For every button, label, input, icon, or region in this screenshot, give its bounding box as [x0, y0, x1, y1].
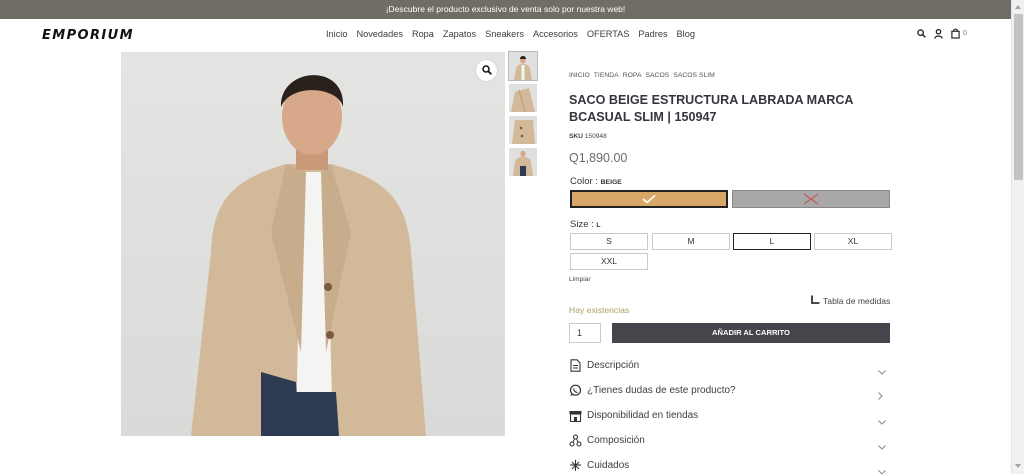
nav-item-blog[interactable]: Blog [677, 29, 695, 39]
store-icon [569, 409, 582, 422]
chevron-down-icon [878, 362, 886, 380]
add-to-cart-button[interactable]: AÑADIR AL CARRITO [612, 323, 890, 343]
breadcrumb-tienda[interactable]: TIENDA [594, 72, 619, 79]
chevron-down-icon [878, 437, 886, 455]
nav-item-padres[interactable]: Padres [638, 29, 667, 39]
sku-value: 150948 [584, 133, 607, 140]
breadcrumb-sacos-slim[interactable]: SACOS SLIM [673, 72, 715, 79]
chevron-down-icon [878, 462, 886, 474]
scrollbar-thumb[interactable] [1014, 14, 1023, 180]
nav-item-inicio[interactable]: Inicio [326, 29, 347, 39]
page-scrollbar[interactable] [1011, 0, 1024, 474]
care-icon [569, 459, 582, 472]
accordion-label: Composición [587, 435, 645, 446]
accordion-cuidados[interactable]: Cuidados [569, 458, 890, 474]
nav-item-ropa[interactable]: Ropa [412, 29, 434, 39]
accordion-dudas[interactable]: ¿Tienes dudas de este producto? [569, 383, 890, 400]
accordion-disponibilidad[interactable]: Disponibilidad en tiendas [569, 408, 890, 425]
size-chart-link[interactable]: Tabla de medidas [811, 295, 890, 306]
quantity-input[interactable]: 1 [569, 323, 601, 343]
size-option-xl[interactable]: XL [814, 233, 892, 250]
accordion-label: ¿Tienes dudas de este producto? [587, 385, 736, 396]
color-swatch-beige[interactable] [570, 190, 728, 208]
nav-item-accesorios[interactable]: Accesorios [533, 29, 578, 39]
announcement-bar: ¡Descubre el producto exclusivo de venta… [0, 0, 1011, 19]
product-price: Q1,890.00 [569, 151, 628, 165]
breadcrumb: INICIO TIENDA ROPA SACOS SACOS SLIM [569, 72, 715, 79]
scroll-down-arrow-icon[interactable] [1015, 464, 1021, 468]
product-main-image[interactable] [121, 52, 505, 436]
composition-icon [569, 434, 582, 447]
sku-label: SKU [569, 133, 583, 140]
size-label-line: Size : L [570, 219, 601, 230]
thumbnail-4[interactable] [509, 148, 537, 176]
magnifier-icon [481, 62, 492, 80]
product-title: SACO BEIGE ESTRUCTURA LABRADA MARCA BCAS… [569, 93, 854, 124]
chevron-down-icon [878, 412, 886, 430]
sku-line: SKU 150948 [569, 133, 607, 140]
accordion-label: Cuidados [587, 460, 630, 471]
product-page: ¡Descubre el producto exclusivo de venta… [0, 0, 1024, 474]
size-chart-label: Tabla de medidas [823, 295, 891, 306]
document-icon [569, 359, 582, 372]
whatsapp-icon [569, 384, 582, 397]
color-swatch-gris[interactable] [732, 190, 890, 208]
thumbnail-2[interactable] [509, 84, 537, 112]
accordion-label: Descripción [587, 360, 640, 371]
accordion-composicion[interactable]: Composición [569, 433, 890, 450]
color-label-line: Color : BEIGE [570, 176, 622, 187]
announcement-text: ¡Descubre el producto exclusivo de venta… [385, 4, 626, 14]
thumbnail-1[interactable] [508, 51, 538, 81]
breadcrumb-ropa[interactable]: ROPA [623, 72, 642, 79]
nav-item-zapatos[interactable]: Zapatos [443, 29, 476, 39]
size-option-s[interactable]: S [570, 233, 648, 250]
color-label: Color [570, 176, 593, 187]
bag-icon[interactable] [951, 28, 960, 39]
chevron-right-icon [878, 387, 883, 405]
clear-selection-link[interactable]: Limpiar [569, 276, 591, 283]
user-icon[interactable] [934, 28, 943, 39]
breadcrumb-inicio[interactable]: INICIO [569, 72, 590, 79]
color-value: BEIGE [600, 179, 622, 186]
size-option-xxl[interactable]: XXL [570, 253, 648, 270]
size-label: Size [570, 219, 589, 230]
scroll-up-arrow-icon[interactable] [1015, 5, 1021, 9]
nav-item-ofertas[interactable]: OFERTAS [587, 29, 630, 39]
zoom-button[interactable] [476, 60, 497, 81]
cart-count: 0 [963, 30, 967, 37]
header-icons: 0 [917, 28, 967, 39]
site-header: EMPORIUM Inicio Novedades Ropa Zapatos S… [0, 19, 1011, 51]
brand-logo[interactable]: EMPORIUM [42, 28, 134, 43]
accordion-descripcion[interactable]: Descripción [569, 358, 890, 375]
size-value: L [596, 222, 601, 229]
main-nav: Inicio Novedades Ropa Zapatos Sneakers A… [326, 29, 695, 39]
size-option-m[interactable]: M [652, 233, 730, 250]
thumbnail-3[interactable] [509, 116, 537, 144]
ruler-icon [811, 295, 820, 306]
accordion-label: Disponibilidad en tiendas [587, 410, 699, 421]
breadcrumb-sacos[interactable]: SACOS [645, 72, 669, 79]
nav-item-sneakers[interactable]: Sneakers [485, 29, 524, 39]
stock-status: Hay existencias [569, 305, 630, 315]
size-option-l[interactable]: L [733, 233, 811, 250]
nav-item-novedades[interactable]: Novedades [356, 29, 402, 39]
search-icon[interactable] [917, 29, 926, 38]
